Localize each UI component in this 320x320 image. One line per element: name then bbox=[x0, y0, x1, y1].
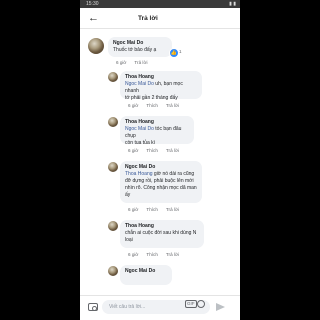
comment-time: 6 giờ bbox=[128, 207, 139, 212]
facebook-reply-screen: 15:30 ▮ ▮ ← Trả lời Ngoc Mai Do Thuốc tớ… bbox=[80, 0, 240, 320]
commenter-name[interactable]: Ngoc Mai Do bbox=[125, 164, 197, 171]
send-icon[interactable] bbox=[216, 303, 225, 311]
avatar[interactable] bbox=[108, 162, 118, 172]
comment-text: nhìn rõ. Công nhận mọc dã man bbox=[125, 185, 197, 191]
avatar[interactable] bbox=[108, 266, 118, 276]
reply-link[interactable]: Trả lời bbox=[166, 252, 179, 257]
comment-meta: 6 giờ Thích Trả lời bbox=[128, 148, 179, 153]
comment-text: tớ phải gần 2 tháng đấy bbox=[125, 95, 178, 101]
like-reaction-icon[interactable]: 👍 bbox=[169, 48, 179, 58]
comment-meta: 6 giờ Thích Trả lời bbox=[128, 207, 179, 212]
comment-bubble[interactable]: Ngoc Mai Do Thuốc tớ bảo đấy ạ bbox=[108, 37, 172, 57]
commenter-name[interactable]: Thoa Hoang bbox=[125, 223, 199, 230]
back-arrow-icon[interactable]: ← bbox=[88, 12, 100, 24]
camera-icon[interactable] bbox=[88, 303, 98, 311]
commenter-name[interactable]: Thoa Hoang bbox=[125, 119, 189, 126]
comment-bubble[interactable]: Thoa Hoang Ngoc Mai Do uh, bạn mọc nhanh… bbox=[120, 71, 202, 101]
mention-link[interactable]: Ngoc Mai Do bbox=[125, 81, 154, 87]
mention-link[interactable]: Ngoc Mai Do bbox=[125, 126, 154, 132]
comment-thread[interactable]: Ngoc Mai Do Thuốc tớ bảo đấy ạ 👍 1 6 giờ… bbox=[80, 29, 240, 296]
like-link[interactable]: Thích bbox=[146, 103, 158, 108]
reply-link[interactable]: Trả lời bbox=[166, 207, 179, 212]
comment-bubble[interactable]: Thoa Hoang chắn ai cuộc đời sau khi dùng… bbox=[120, 220, 204, 248]
reply-link[interactable]: Trả lời bbox=[166, 148, 179, 153]
comment-bubble[interactable]: Ngoc Mai Do bbox=[120, 265, 172, 285]
mention-link[interactable]: Thoa Hoang bbox=[125, 171, 153, 177]
comment-time: 6 giờ bbox=[128, 148, 139, 153]
like-link[interactable]: Thích bbox=[146, 252, 158, 257]
comment-meta: 6 giờ Thích Trả lời bbox=[128, 252, 179, 257]
comment-text: chắn ai cuộc đời sau khi dùng N bbox=[125, 230, 197, 236]
like-link[interactable]: Thích bbox=[146, 148, 158, 153]
status-icons: ▮ ▮ bbox=[229, 1, 236, 7]
page-title: Trả lời bbox=[138, 14, 158, 22]
comment-text: loại bbox=[125, 237, 133, 243]
reaction-count[interactable]: 1 bbox=[179, 49, 182, 54]
status-time: 15:30 bbox=[86, 1, 99, 7]
comment-bubble[interactable]: Ngoc Mai Do Thoa Hoang giờ nó dài ra cũn… bbox=[120, 161, 202, 203]
commenter-name[interactable]: Ngoc Mai Do bbox=[125, 268, 167, 275]
comment-text: ấy bbox=[125, 192, 131, 198]
comment-time: 6 giờ bbox=[128, 103, 139, 108]
gif-icon[interactable]: GIF bbox=[185, 300, 197, 308]
commenter-name[interactable]: Ngoc Mai Do bbox=[113, 40, 167, 47]
comment-meta: 6 giờ Thích Trả lời bbox=[128, 103, 179, 108]
comment-text: Ngoc Mai Do tóc bạn đâu chụp bbox=[125, 126, 182, 139]
avatar[interactable] bbox=[108, 221, 118, 231]
reply-link[interactable]: Trả lời bbox=[166, 103, 179, 108]
like-link[interactable]: Thích bbox=[146, 207, 158, 212]
reply-composer: Viết câu trả lời... GIF bbox=[80, 295, 240, 320]
commenter-name[interactable]: Thoa Hoang bbox=[125, 74, 197, 81]
comment-text: Ngoc Mai Do uh, bạn mọc nhanh bbox=[125, 81, 183, 94]
header: ← Trả lời bbox=[80, 8, 240, 29]
status-bar: 15:30 ▮ ▮ bbox=[80, 0, 240, 8]
avatar[interactable] bbox=[108, 72, 118, 82]
comment-meta: 6 giờ Trả lời bbox=[116, 60, 147, 65]
avatar[interactable] bbox=[108, 117, 118, 127]
reply-link[interactable]: Trả lời bbox=[134, 60, 147, 65]
comment-text: đỡ dựng rồi, phải buộc lên mới bbox=[125, 178, 194, 184]
comment-bubble[interactable]: Thoa Hoang Ngoc Mai Do tóc bạn đâu chụp … bbox=[120, 116, 194, 146]
emoji-icon[interactable] bbox=[197, 300, 205, 308]
comment-text: còn tua tủa kì bbox=[125, 140, 156, 146]
comment-text: Thoa Hoang giờ nó dài ra cũng bbox=[125, 171, 195, 177]
comment-text: Thuốc tớ bảo đấy ạ bbox=[113, 47, 157, 53]
comment-time: 6 giờ bbox=[116, 60, 127, 65]
avatar[interactable] bbox=[88, 38, 104, 54]
comment-time: 6 giờ bbox=[128, 252, 139, 257]
